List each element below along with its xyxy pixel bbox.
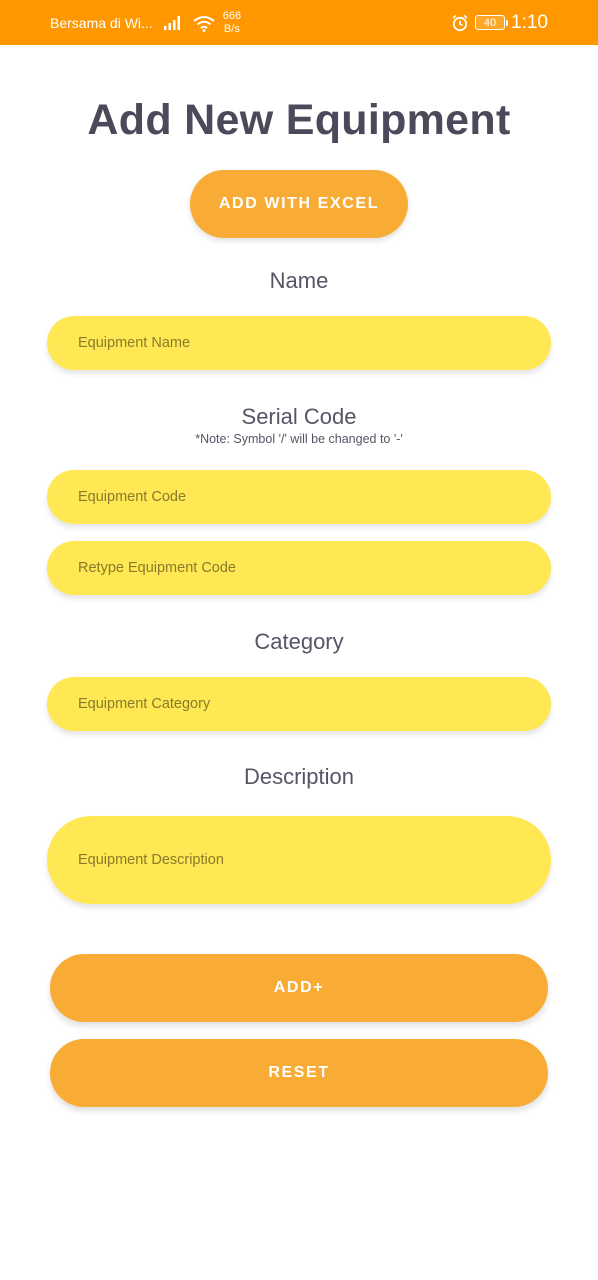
wifi-icon (193, 15, 215, 32)
carrier-name: Bersama di Wi... (50, 14, 153, 31)
reset-button[interactable]: RESET (50, 1039, 548, 1107)
equipment-code-input[interactable]: Equipment Code (47, 470, 551, 524)
network-speed-value: 666 (222, 9, 242, 22)
category-label: Category (254, 629, 344, 654)
serial-code-label: Serial Code (241, 404, 357, 429)
battery-indicator: 40 (475, 15, 509, 30)
network-speed: 666 B/s (223, 10, 241, 36)
equipment-category-input[interactable]: Equipment Category (47, 677, 551, 731)
status-right: 40 1:10 (451, 12, 548, 34)
description-label: Description (243, 764, 355, 789)
status-time: 1:10 (511, 11, 548, 33)
equipment-name-input[interactable]: Equipment Name (47, 316, 551, 370)
page-title: Add New Equipment (87, 96, 511, 144)
retype-equipment-code-input[interactable]: Retype Equipment Code (47, 541, 551, 595)
alarm-icon (451, 14, 469, 32)
status-bar: Bersama di Wi... 666 B/s 40 1:10 (0, 0, 598, 45)
name-label: Name (269, 268, 329, 293)
network-speed-unit: B/s (223, 22, 240, 35)
add-button[interactable]: ADD+ (50, 954, 548, 1022)
status-left: Bersama di Wi... 666 B/s (50, 10, 241, 36)
signal-icon (163, 15, 183, 31)
add-with-excel-button[interactable]: ADD WITH EXCEL (190, 170, 408, 238)
equipment-description-input[interactable]: Equipment Description (47, 816, 551, 904)
serial-code-note: *Note: Symbol '/' will be changed to '-' (195, 432, 403, 446)
